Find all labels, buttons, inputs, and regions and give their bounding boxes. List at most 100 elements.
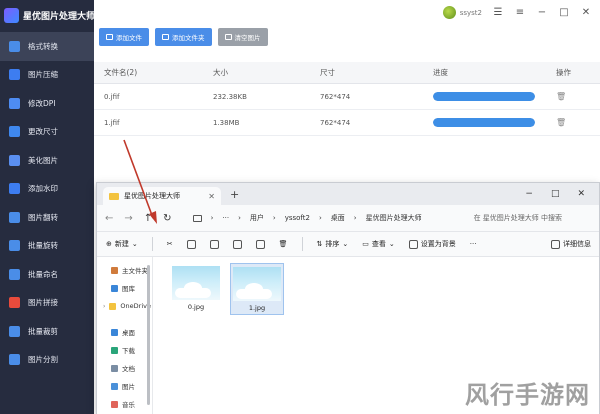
main-toolbar: 添加文件 添加文件夹 清空图片 <box>99 28 268 46</box>
sidebar-item[interactable]: 批量裁剪 <box>0 317 94 346</box>
close-icon[interactable]: ✕ <box>580 7 592 19</box>
refresh-icon[interactable]: ↻ <box>163 213 171 224</box>
add-folder-button[interactable]: 添加文件夹 <box>155 28 212 46</box>
sidebar-item[interactable]: 更改尺寸 <box>0 118 94 147</box>
document-icon <box>111 364 118 372</box>
new-button[interactable]: ⊕ 新建 ⌄ <box>106 239 138 249</box>
delete-icon[interactable]: 🗑 <box>279 240 288 248</box>
sidebar-item[interactable]: 批量旋转 <box>0 232 94 261</box>
nav-pane-scrollbar[interactable] <box>147 265 150 405</box>
sidebar-item[interactable]: 美化图片 <box>0 146 94 175</box>
sort-button[interactable]: ⇅ 排序 ⌄ <box>317 239 349 249</box>
view-button[interactable]: ▭ 查看 ⌄ <box>362 239 395 249</box>
explorer-tab[interactable]: 星优图片处理大师 ✕ <box>103 187 221 205</box>
tab-close-icon[interactable]: ✕ <box>208 192 215 201</box>
copy-icon[interactable] <box>186 239 196 249</box>
col-header-progress: 进度 <box>433 68 448 77</box>
breadcrumb-item[interactable]: 用户 <box>250 213 264 223</box>
explorer-search-input[interactable]: 在 星优图片处理大师 中搜索 <box>474 210 588 227</box>
more-icon[interactable]: ··· <box>470 240 477 248</box>
sidebar-item[interactable]: 图片翻转 <box>0 203 94 232</box>
sidebar-item-label: 格式转换 <box>28 41 58 51</box>
image-preview <box>233 267 281 301</box>
maximize-icon[interactable]: □ <box>558 7 570 19</box>
menu-icon[interactable]: ≡ <box>514 7 526 19</box>
sidebar-item[interactable]: 格式转换 <box>0 32 94 61</box>
sidebar-item-label: 批量裁剪 <box>28 326 58 336</box>
new-tab-icon[interactable]: + <box>230 188 239 201</box>
nav-item-home[interactable]: 主文件夹 <box>97 261 152 279</box>
sidebar-item[interactable]: 批量命名 <box>0 260 94 289</box>
folder-icon <box>109 302 117 310</box>
add-file-button[interactable]: 添加文件 <box>99 28 149 46</box>
file-thumbnail[interactable]: 0.jpg <box>169 263 223 313</box>
sidebar-item[interactable]: 添加水印 <box>0 175 94 204</box>
minimize-icon[interactable]: − <box>525 189 533 199</box>
app-logo: 星优图片处理大师 <box>4 5 95 25</box>
close-icon[interactable]: ✕ <box>577 189 585 199</box>
breadcrumb-item[interactable]: yssoft2 <box>285 214 310 222</box>
sidebar-item-label: 更改尺寸 <box>28 127 58 137</box>
sidebar-item-icon <box>9 183 20 195</box>
gallery-icon <box>111 284 118 292</box>
folder-icon <box>109 192 119 200</box>
explorer-command-bar: ⊕ 新建 ⌄ ✂ 🗑 ⇅ 排序 ⌄ ▭ 查看 ⌄ 设置为背景 ··· 详细信息 <box>97 231 599 257</box>
file-name: 1.jpg <box>248 304 266 312</box>
explorer-address-bar: ← → ↑ ↻ › ··· › 用户 › yssoft2 › 桌面 › 星优图片… <box>97 205 599 231</box>
chevron-icon: › <box>353 214 357 222</box>
maximize-icon[interactable]: □ <box>551 189 560 199</box>
table-row[interactable]: 1.jfif 1.38MB 762*474 🗑 <box>94 110 600 136</box>
sidebar-item-label: 图片翻转 <box>28 212 58 222</box>
nav-item-pictures[interactable]: 图片 <box>97 377 152 395</box>
sidebar-item-label: 添加水印 <box>28 184 58 194</box>
sidebar-item[interactable]: 图片拼接 <box>0 289 94 318</box>
sidebar-item[interactable]: 图片压缩 <box>0 61 94 90</box>
set-background-button[interactable]: 设置为背景 <box>408 239 456 249</box>
sidebar-item-icon <box>9 297 20 309</box>
forward-icon[interactable]: → <box>124 213 132 224</box>
chevron-icon: › <box>238 214 241 222</box>
rename-icon[interactable] <box>232 239 242 249</box>
breadcrumb-item[interactable]: 星优图片处理大师 <box>366 213 422 223</box>
user-avatar[interactable] <box>442 6 456 19</box>
file-thumbnail-selected[interactable]: 1.jpg <box>230 263 284 315</box>
breadcrumb-item[interactable]: 桌面 <box>331 213 345 223</box>
nav-item-onedrive[interactable]: › OneDrive <box>97 297 152 315</box>
cell-name: 0.jfif <box>104 92 120 101</box>
nav-item-gallery[interactable]: 图库 <box>97 279 152 297</box>
delete-icon[interactable]: 🗑 <box>556 118 566 127</box>
app-title: 星优图片处理大师 <box>23 11 96 22</box>
picture-icon <box>111 382 118 390</box>
nav-item-desktop[interactable]: 桌面 <box>97 323 152 341</box>
image-preview <box>172 266 220 300</box>
details-button[interactable]: 详细信息 <box>551 239 599 249</box>
sidebar-item[interactable]: 修改DPI <box>0 89 94 118</box>
sidebar-item-icon <box>9 354 20 366</box>
up-icon[interactable]: ↑ <box>144 213 152 224</box>
sidebar-item-icon <box>9 325 20 337</box>
paste-icon[interactable] <box>209 239 219 249</box>
file-table: 文件名(2) 大小 尺寸 进度 操作 0.jfif 232.38KB 762*4… <box>94 62 600 136</box>
progress-fill <box>433 92 535 101</box>
chevron-down-icon: ⌄ <box>131 240 138 248</box>
cell-progress <box>433 92 544 101</box>
delete-icon[interactable]: 🗑 <box>556 92 566 101</box>
ellipsis-icon[interactable]: ··· <box>222 214 229 222</box>
music-icon <box>111 400 118 408</box>
sidebar-item-label: 图片压缩 <box>28 70 58 80</box>
breadcrumb[interactable]: › ··· › 用户 › yssoft2 › 桌面 › 星优图片处理大师 <box>187 210 449 227</box>
sidebar-item[interactable]: 图片分割 <box>0 346 94 375</box>
view-icon: ▭ <box>362 240 369 248</box>
clear-images-button[interactable]: 清空图片 <box>217 28 268 46</box>
cut-icon[interactable]: ✂ <box>167 240 173 248</box>
back-icon[interactable]: ← <box>105 213 113 224</box>
table-row[interactable]: 0.jfif 232.38KB 762*474 🗑 <box>94 84 600 110</box>
share-icon[interactable] <box>255 239 265 249</box>
table-header: 文件名(2) 大小 尺寸 进度 操作 <box>94 62 600 84</box>
nav-item-documents[interactable]: 文档 <box>97 359 152 377</box>
nav-item-music[interactable]: 音乐 <box>97 395 152 413</box>
progress-fill <box>433 118 535 127</box>
minimize-icon[interactable]: − <box>536 7 548 19</box>
settings-icon[interactable]: ☰ <box>492 7 504 19</box>
nav-item-downloads[interactable]: 下载 <box>97 341 152 359</box>
